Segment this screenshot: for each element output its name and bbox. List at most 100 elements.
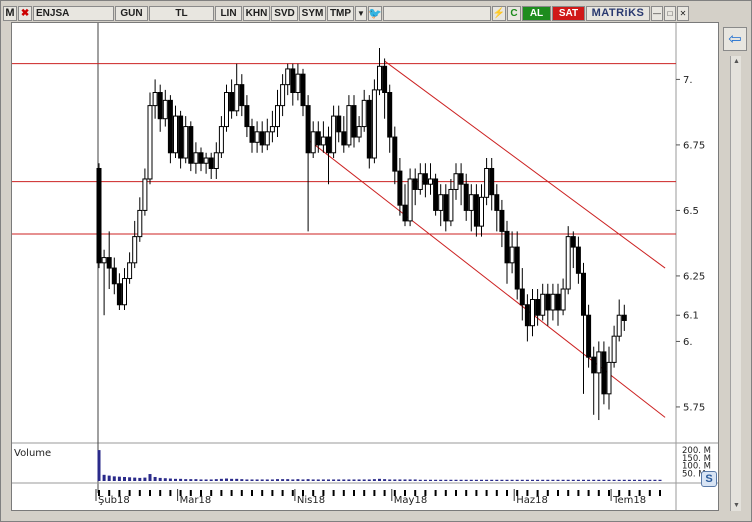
candle-body [320,136,326,146]
candle-body [142,178,148,211]
vertical-scrollbar[interactable]: ▲ ▼ [730,56,741,511]
candle [458,163,464,206]
candle [249,118,255,153]
candle-body [116,283,122,306]
channel-line-upper [384,60,666,269]
time-axis-label: Nis18 [297,495,325,506]
volume-bar [362,479,366,481]
zoom-control-icon[interactable]: S [701,471,717,487]
svd-button[interactable]: SVD [271,5,298,21]
volume-bar [225,478,228,481]
candle-body [310,131,316,154]
candle [351,95,357,148]
volume-bar [245,479,249,481]
candle-body [208,157,214,169]
time-tick [495,490,498,496]
candle-body [361,99,367,128]
flash-icon[interactable]: ⚡ [492,5,506,21]
volume-bar [276,479,279,481]
volume-bar [383,479,387,481]
buy-button[interactable]: AL [522,5,551,21]
twitter-icon[interactable]: 🐦 [368,5,382,21]
window-close-icon[interactable]: ✕ [677,5,689,21]
candle [157,84,163,132]
candle [356,116,362,143]
candle-body [203,157,209,164]
chart-area[interactable]: 7. 6.75 6.5 6.25 6.1 6. 5.75 Volume 200. M 150. … [11,22,719,511]
candle [570,231,576,269]
candle [183,116,189,164]
candle [499,199,505,248]
candle [137,197,143,242]
currency-button[interactable]: TL [149,5,214,21]
price-tick-label: 6.5 [683,206,699,217]
candle-body [540,293,546,316]
candle-body [290,68,296,94]
matriks-logo-icon[interactable]: M [3,5,17,21]
volume-bar [174,478,177,481]
chart-canvas[interactable]: 7. 6.75 6.5 6.25 6.1 6. 5.75 Volume 200. M150. … [12,23,718,510]
candle [147,92,153,185]
candle [208,152,214,179]
candle [244,95,250,138]
candle-body [326,136,331,154]
volume-bar [398,479,402,481]
candle-body [96,167,102,264]
price-tick-label: 6.1 [683,311,699,322]
candle-body [275,105,280,128]
time-tick [342,490,345,496]
volume-bar [148,474,152,481]
volume-bar [607,479,611,481]
volume-bar [597,479,601,481]
candle [402,184,408,227]
volume-bar [576,479,580,481]
candle-body [157,92,163,120]
horizontal-scrollbar[interactable] [11,511,719,521]
scroll-down-icon[interactable]: ▼ [732,501,741,510]
maximize-icon[interactable]: □ [664,5,676,21]
sym-button[interactable]: SYM [299,5,326,21]
candle [540,283,546,321]
volume-bar [464,479,468,481]
price-panel[interactable]: 7. 6.75 6.5 6.25 6.1 6. 5.75 [12,23,718,510]
candle-body [173,115,178,154]
minimize-icon[interactable]: — [651,5,663,21]
candle [116,273,122,310]
candle-body [295,73,301,94]
candle [524,294,530,342]
price-tick-label: 6. [683,337,693,348]
candle-body [305,105,311,154]
candle-body [198,152,204,164]
chart-toolbar: M ✖ ENJSA GUN TL LIN KHN SVD SYM TMP ▼ 🐦… [3,4,751,22]
symbol-field[interactable]: ENJSA [33,5,114,21]
sell-button[interactable]: SAT [552,5,585,21]
volume-panel[interactable]: Volume 200. M150. M100. M50. M [12,446,718,484]
refresh-icon[interactable]: C [507,5,521,21]
scroll-up-icon[interactable]: ▲ [732,57,741,66]
volume-bar [214,479,218,481]
candle [96,163,102,269]
candle-body [524,304,530,327]
template-button[interactable]: TMP [327,5,354,21]
time-tick [138,490,141,496]
time-tick [659,490,661,496]
close-chart-icon[interactable]: ✖ [18,5,32,21]
candle [484,158,490,206]
candle [336,105,342,143]
candle-body [371,89,377,159]
price-tick-label: 6.25 [683,271,705,282]
khn-button[interactable]: KHN [243,5,270,21]
time-tick [597,490,600,496]
template-dropdown-icon[interactable]: ▼ [355,5,367,21]
volume-bar [653,479,657,481]
candle-body [377,65,382,91]
side-panel-arrow-icon[interactable]: ⇦ [723,27,747,51]
volume-bar [321,479,325,481]
candle-body [259,131,265,146]
volume-bar [372,479,376,481]
volume-bar [367,479,371,481]
period-button[interactable]: GUN [115,5,148,21]
candle-body [366,99,372,159]
linear-scale-button[interactable]: LIN [215,5,242,21]
candle [463,173,469,221]
